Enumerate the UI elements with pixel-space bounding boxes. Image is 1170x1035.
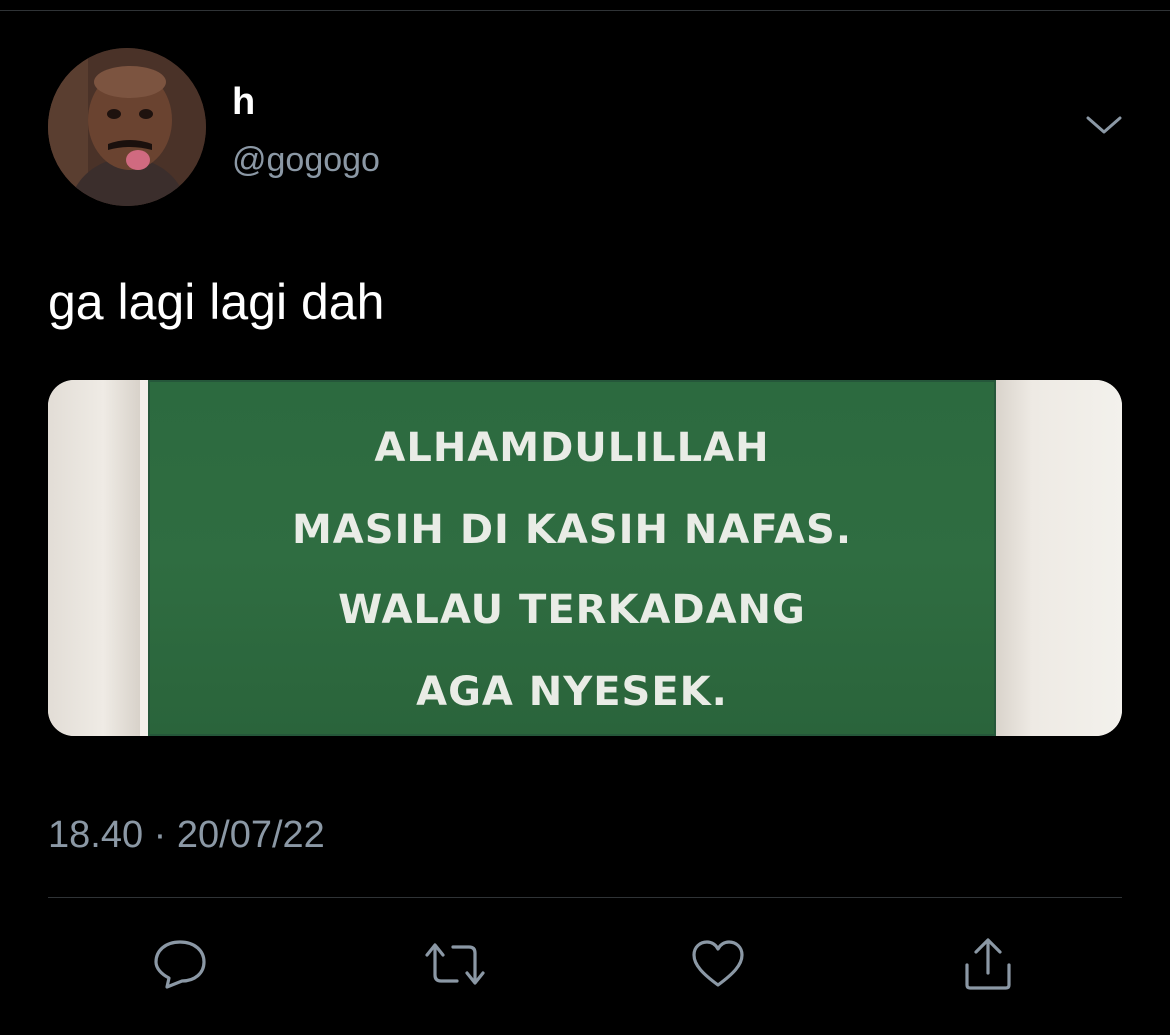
sign-line: WALAU TERKADANG <box>338 587 806 633</box>
sign-line: MASIH DI KASIH NAFAS. <box>291 507 853 553</box>
sign-line: ALHAMDULILLAH <box>374 425 770 471</box>
tweet-timestamp[interactable]: 18.40 · 20/07/22 <box>48 812 325 858</box>
sign-line: AGA NYESEK. <box>416 669 728 715</box>
wall-left <box>48 380 140 736</box>
reply-button[interactable] <box>150 934 210 994</box>
tweet-text: ga lagi lagi dah <box>48 274 385 330</box>
display-name[interactable]: h <box>232 80 255 124</box>
share-icon <box>959 935 1017 993</box>
retweet-icon <box>421 939 489 989</box>
actions-divider <box>48 897 1122 898</box>
retweet-button[interactable] <box>420 934 490 994</box>
share-button[interactable] <box>958 934 1018 994</box>
top-divider <box>0 10 1170 11</box>
wall-right <box>994 380 1122 736</box>
chevron-down-icon[interactable] <box>1084 110 1124 140</box>
tweet-media-image[interactable]: ALHAMDULILLAH MASIH DI KASIH NAFAS. WALA… <box>48 380 1122 736</box>
user-handle[interactable]: @gogogo <box>232 138 380 182</box>
reply-icon <box>151 936 209 992</box>
green-sign: ALHAMDULILLAH MASIH DI KASIH NAFAS. WALA… <box>148 380 996 736</box>
avatar[interactable] <box>48 48 206 206</box>
heart-icon <box>689 938 747 990</box>
like-button[interactable] <box>688 934 748 994</box>
